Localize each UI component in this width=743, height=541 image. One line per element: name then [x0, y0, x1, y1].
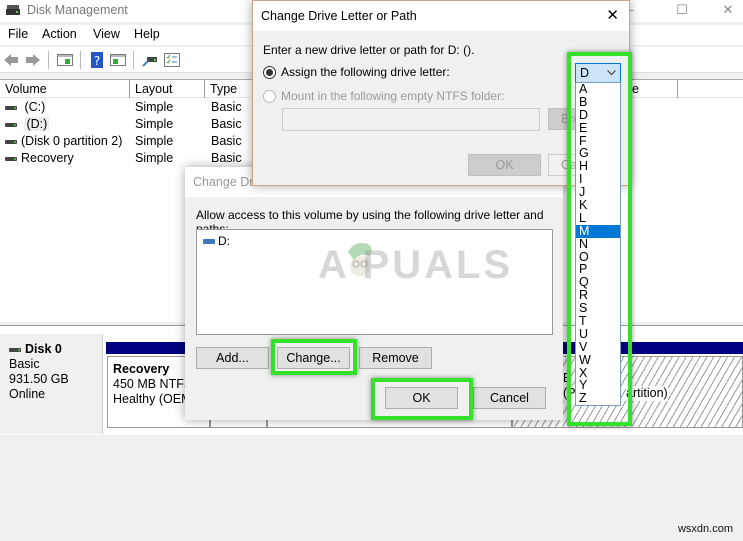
disk-type: Basic — [9, 357, 40, 371]
column-header-volume[interactable]: Volume — [0, 80, 130, 98]
disk-status: Online — [9, 387, 46, 401]
partition-status-fragment: (P — [563, 386, 576, 401]
disk-management-icon — [6, 5, 20, 15]
partition-status-tail: artition) — [626, 386, 668, 401]
type-cell: Basic — [211, 100, 242, 114]
properties-icon[interactable] — [164, 52, 180, 68]
volume-cell: Recovery — [5, 150, 74, 167]
toolbar-separator — [133, 51, 134, 69]
type-cell: Basic — [211, 134, 242, 148]
path-item[interactable]: D: — [203, 234, 230, 248]
console-tree-icon[interactable] — [57, 52, 73, 68]
help-icon[interactable]: ? — [89, 52, 105, 68]
drive-icon — [5, 139, 17, 144]
mount-folder-label[interactable]: Mount in the following empty NTFS folder… — [281, 89, 504, 103]
drive-letter-option[interactable]: E — [576, 121, 620, 135]
menu-action[interactable]: Action — [42, 27, 77, 41]
change-drive-letter-paths-dialog: Change Dri Allow access to this volume b… — [185, 167, 563, 420]
folder-path-input[interactable] — [282, 108, 540, 131]
drive-letter-option[interactable]: H — [576, 160, 620, 173]
drive-icon — [5, 105, 17, 110]
inner-ok-button[interactable]: OK — [468, 154, 541, 176]
site-watermark: wsxdn.com — [677, 523, 733, 535]
volume-cell: (Disk 0 partition 2) — [5, 133, 122, 150]
layout-cell: Simple — [135, 100, 174, 114]
forward-arrow-icon[interactable] — [25, 52, 41, 68]
volume-cell: (C:) — [5, 99, 45, 116]
dialog-prompt: Enter a new drive letter or path for D: … — [263, 43, 475, 57]
cancel-button[interactable]: Cancel — [473, 387, 546, 409]
layout-cell: Simple — [135, 151, 174, 165]
dialog-title: Change Drive Letter or Path — [253, 1, 629, 31]
drive-letter-option[interactable]: M — [576, 224, 620, 238]
disk-0-label[interactable]: Disk 0 Basic 931.50 GB Online — [0, 334, 103, 434]
rescan-disks-icon[interactable] — [142, 52, 158, 68]
add-button[interactable]: Add... — [196, 347, 269, 369]
change-button[interactable]: Change... — [277, 347, 350, 369]
drive-icon — [203, 239, 215, 245]
assign-letter-label[interactable]: Assign the following drive letter: — [281, 65, 450, 79]
close-button[interactable]: ✕ — [713, 2, 743, 20]
toolbar-separator — [80, 51, 81, 69]
partition-size-fragment: E — [563, 371, 572, 386]
window-title: Disk Management — [27, 3, 128, 17]
disk-size: 931.50 GB — [9, 372, 69, 386]
drive-icon — [9, 347, 21, 352]
drive-letter-option[interactable]: B — [576, 95, 620, 109]
layout-cell: Simple — [135, 134, 174, 148]
toolbar-separator — [48, 51, 49, 69]
ok-button[interactable]: OK — [385, 387, 458, 409]
drive-letter-option[interactable]: T — [576, 315, 620, 328]
drive-letter-selected-value: D — [580, 66, 590, 80]
dialog-close-button[interactable]: ✕ — [606, 6, 619, 24]
menu-view[interactable]: View — [93, 27, 120, 41]
change-drive-letter-dialog: Change Drive Letter or Path ✕ Enter a ne… — [252, 0, 630, 186]
column-header-partial-2[interactable] — [678, 80, 743, 98]
drive-letter-option[interactable]: L — [576, 211, 620, 225]
type-cell: Basic — [211, 117, 242, 131]
drive-letter-option[interactable]: K — [576, 199, 620, 212]
menu-file[interactable]: File — [8, 27, 28, 41]
drive-letter-select[interactable]: D — [575, 63, 621, 83]
volume-cell: (D:) — [5, 116, 50, 133]
drive-letter-option[interactable]: Z — [576, 392, 620, 405]
mount-folder-radio[interactable] — [263, 90, 276, 103]
drive-icon — [5, 156, 17, 161]
drive-letter-dropdown-list: ABDEFGHIJKLMNOPQRSTUVWXYZ — [575, 82, 621, 407]
remove-button[interactable]: Remove — [359, 347, 432, 369]
maximize-button[interactable]: ☐ — [667, 2, 697, 20]
back-arrow-icon[interactable] — [3, 52, 19, 68]
drive-letter-option[interactable]: U — [576, 327, 620, 341]
type-cell: Basic — [211, 151, 242, 165]
drive-letter-option[interactable]: D — [576, 108, 620, 122]
disk-name: Disk 0 — [9, 342, 102, 357]
svg-text:?: ? — [94, 54, 100, 68]
column-header-partial[interactable]: e — [630, 80, 678, 98]
drive-letter-option[interactable]: A — [576, 83, 620, 96]
assign-letter-radio[interactable] — [263, 66, 276, 79]
layout-cell: Simple — [135, 117, 174, 131]
drive-icon — [5, 122, 17, 127]
drive-letter-option[interactable]: W — [576, 353, 620, 367]
menu-help[interactable]: Help — [134, 27, 160, 41]
column-header-layout[interactable]: Layout — [130, 80, 205, 98]
action-pane-icon[interactable] — [110, 52, 126, 68]
drive-letter-option[interactable]: N — [576, 237, 620, 251]
paths-listbox[interactable]: D: — [196, 229, 553, 335]
drive-letter-option[interactable]: V — [576, 340, 620, 354]
chevron-down-icon — [607, 70, 616, 76]
